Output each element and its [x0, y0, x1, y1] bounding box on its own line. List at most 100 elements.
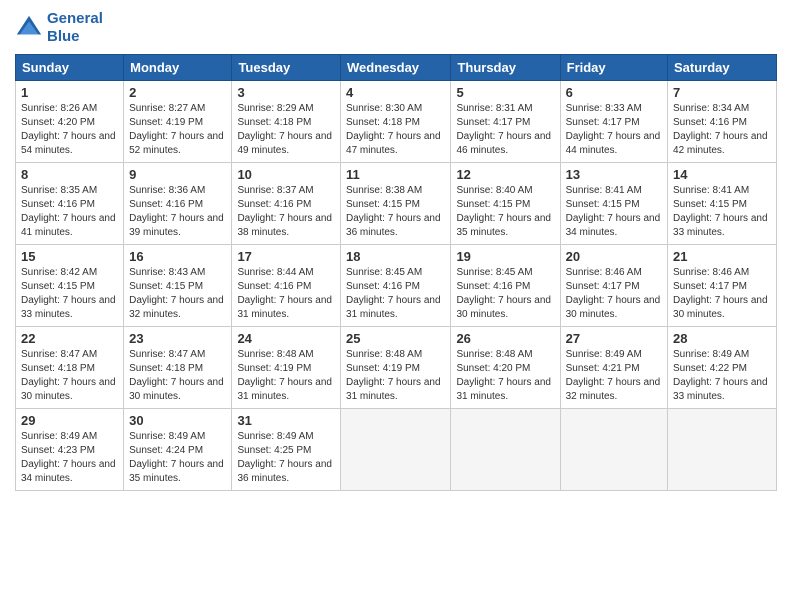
- day-detail: Sunrise: 8:44 AM Sunset: 4:16 PM Dayligh…: [237, 266, 335, 322]
- day-number: 8: [21, 167, 118, 182]
- day-number: 19: [456, 249, 554, 264]
- calendar-header-row: SundayMondayTuesdayWednesdayThursdayFrid…: [16, 55, 777, 81]
- calendar-week-row: 29 Sunrise: 8:49 AM Sunset: 4:23 PM Dayl…: [16, 409, 777, 491]
- day-detail: Sunrise: 8:49 AM Sunset: 4:25 PM Dayligh…: [237, 430, 335, 486]
- calendar-cell: 4 Sunrise: 8:30 AM Sunset: 4:18 PM Dayli…: [341, 81, 451, 163]
- logo-icon: [15, 14, 43, 42]
- calendar-cell: 3 Sunrise: 8:29 AM Sunset: 4:18 PM Dayli…: [232, 81, 341, 163]
- calendar-weekday: Thursday: [451, 55, 560, 81]
- calendar-cell: 15 Sunrise: 8:42 AM Sunset: 4:15 PM Dayl…: [16, 245, 124, 327]
- calendar-weekday: Sunday: [16, 55, 124, 81]
- calendar-table: SundayMondayTuesdayWednesdayThursdayFrid…: [15, 54, 777, 491]
- calendar-cell: [560, 409, 667, 491]
- day-detail: Sunrise: 8:34 AM Sunset: 4:16 PM Dayligh…: [673, 102, 771, 158]
- day-number: 31: [237, 413, 335, 428]
- day-number: 29: [21, 413, 118, 428]
- calendar-cell: 20 Sunrise: 8:46 AM Sunset: 4:17 PM Dayl…: [560, 245, 667, 327]
- day-detail: Sunrise: 8:33 AM Sunset: 4:17 PM Dayligh…: [566, 102, 662, 158]
- day-number: 3: [237, 85, 335, 100]
- day-number: 1: [21, 85, 118, 100]
- calendar-cell: 10 Sunrise: 8:37 AM Sunset: 4:16 PM Dayl…: [232, 163, 341, 245]
- calendar-cell: 14 Sunrise: 8:41 AM Sunset: 4:15 PM Dayl…: [668, 163, 777, 245]
- day-detail: Sunrise: 8:43 AM Sunset: 4:15 PM Dayligh…: [129, 266, 226, 322]
- day-number: 16: [129, 249, 226, 264]
- calendar-cell: 31 Sunrise: 8:49 AM Sunset: 4:25 PM Dayl…: [232, 409, 341, 491]
- day-detail: Sunrise: 8:47 AM Sunset: 4:18 PM Dayligh…: [129, 348, 226, 404]
- day-number: 4: [346, 85, 445, 100]
- day-detail: Sunrise: 8:31 AM Sunset: 4:17 PM Dayligh…: [456, 102, 554, 158]
- calendar-cell: 8 Sunrise: 8:35 AM Sunset: 4:16 PM Dayli…: [16, 163, 124, 245]
- day-detail: Sunrise: 8:41 AM Sunset: 4:15 PM Dayligh…: [566, 184, 662, 240]
- day-detail: Sunrise: 8:45 AM Sunset: 4:16 PM Dayligh…: [456, 266, 554, 322]
- calendar-weekday: Friday: [560, 55, 667, 81]
- day-number: 13: [566, 167, 662, 182]
- day-number: 14: [673, 167, 771, 182]
- day-detail: Sunrise: 8:48 AM Sunset: 4:19 PM Dayligh…: [237, 348, 335, 404]
- logo: General Blue: [15, 10, 103, 46]
- calendar-cell: 6 Sunrise: 8:33 AM Sunset: 4:17 PM Dayli…: [560, 81, 667, 163]
- page-container: General Blue SundayMondayTuesdayWednesda…: [0, 0, 792, 612]
- calendar-cell: 24 Sunrise: 8:48 AM Sunset: 4:19 PM Dayl…: [232, 327, 341, 409]
- calendar-cell: 28 Sunrise: 8:49 AM Sunset: 4:22 PM Dayl…: [668, 327, 777, 409]
- day-number: 2: [129, 85, 226, 100]
- day-detail: Sunrise: 8:46 AM Sunset: 4:17 PM Dayligh…: [673, 266, 771, 322]
- day-number: 24: [237, 331, 335, 346]
- day-detail: Sunrise: 8:36 AM Sunset: 4:16 PM Dayligh…: [129, 184, 226, 240]
- calendar-cell: 19 Sunrise: 8:45 AM Sunset: 4:16 PM Dayl…: [451, 245, 560, 327]
- day-number: 7: [673, 85, 771, 100]
- day-number: 23: [129, 331, 226, 346]
- header: General Blue: [15, 10, 777, 46]
- day-number: 6: [566, 85, 662, 100]
- calendar-cell: 23 Sunrise: 8:47 AM Sunset: 4:18 PM Dayl…: [124, 327, 232, 409]
- day-number: 26: [456, 331, 554, 346]
- calendar-cell: 27 Sunrise: 8:49 AM Sunset: 4:21 PM Dayl…: [560, 327, 667, 409]
- calendar-cell: 26 Sunrise: 8:48 AM Sunset: 4:20 PM Dayl…: [451, 327, 560, 409]
- calendar-cell: 18 Sunrise: 8:45 AM Sunset: 4:16 PM Dayl…: [341, 245, 451, 327]
- calendar-cell: 2 Sunrise: 8:27 AM Sunset: 4:19 PM Dayli…: [124, 81, 232, 163]
- calendar-weekday: Monday: [124, 55, 232, 81]
- calendar-week-row: 1 Sunrise: 8:26 AM Sunset: 4:20 PM Dayli…: [16, 81, 777, 163]
- calendar-cell: 30 Sunrise: 8:49 AM Sunset: 4:24 PM Dayl…: [124, 409, 232, 491]
- day-detail: Sunrise: 8:29 AM Sunset: 4:18 PM Dayligh…: [237, 102, 335, 158]
- day-detail: Sunrise: 8:30 AM Sunset: 4:18 PM Dayligh…: [346, 102, 445, 158]
- calendar-cell: 22 Sunrise: 8:47 AM Sunset: 4:18 PM Dayl…: [16, 327, 124, 409]
- day-detail: Sunrise: 8:42 AM Sunset: 4:15 PM Dayligh…: [21, 266, 118, 322]
- day-number: 17: [237, 249, 335, 264]
- calendar-weekday: Saturday: [668, 55, 777, 81]
- day-detail: Sunrise: 8:37 AM Sunset: 4:16 PM Dayligh…: [237, 184, 335, 240]
- logo-text: General Blue: [47, 10, 103, 46]
- calendar-week-row: 8 Sunrise: 8:35 AM Sunset: 4:16 PM Dayli…: [16, 163, 777, 245]
- calendar-cell: 5 Sunrise: 8:31 AM Sunset: 4:17 PM Dayli…: [451, 81, 560, 163]
- calendar-cell: [668, 409, 777, 491]
- day-detail: Sunrise: 8:49 AM Sunset: 4:24 PM Dayligh…: [129, 430, 226, 486]
- day-number: 20: [566, 249, 662, 264]
- calendar-cell: 17 Sunrise: 8:44 AM Sunset: 4:16 PM Dayl…: [232, 245, 341, 327]
- calendar-cell: 1 Sunrise: 8:26 AM Sunset: 4:20 PM Dayli…: [16, 81, 124, 163]
- calendar-week-row: 15 Sunrise: 8:42 AM Sunset: 4:15 PM Dayl…: [16, 245, 777, 327]
- day-number: 25: [346, 331, 445, 346]
- day-number: 5: [456, 85, 554, 100]
- day-number: 10: [237, 167, 335, 182]
- calendar-cell: 9 Sunrise: 8:36 AM Sunset: 4:16 PM Dayli…: [124, 163, 232, 245]
- day-number: 27: [566, 331, 662, 346]
- day-detail: Sunrise: 8:35 AM Sunset: 4:16 PM Dayligh…: [21, 184, 118, 240]
- day-detail: Sunrise: 8:49 AM Sunset: 4:21 PM Dayligh…: [566, 348, 662, 404]
- day-detail: Sunrise: 8:40 AM Sunset: 4:15 PM Dayligh…: [456, 184, 554, 240]
- day-detail: Sunrise: 8:38 AM Sunset: 4:15 PM Dayligh…: [346, 184, 445, 240]
- day-number: 21: [673, 249, 771, 264]
- day-detail: Sunrise: 8:46 AM Sunset: 4:17 PM Dayligh…: [566, 266, 662, 322]
- calendar-cell: [341, 409, 451, 491]
- day-number: 11: [346, 167, 445, 182]
- day-number: 28: [673, 331, 771, 346]
- day-detail: Sunrise: 8:27 AM Sunset: 4:19 PM Dayligh…: [129, 102, 226, 158]
- calendar-cell: 13 Sunrise: 8:41 AM Sunset: 4:15 PM Dayl…: [560, 163, 667, 245]
- calendar-cell: 25 Sunrise: 8:48 AM Sunset: 4:19 PM Dayl…: [341, 327, 451, 409]
- day-detail: Sunrise: 8:26 AM Sunset: 4:20 PM Dayligh…: [21, 102, 118, 158]
- calendar-weekday: Wednesday: [341, 55, 451, 81]
- day-detail: Sunrise: 8:49 AM Sunset: 4:23 PM Dayligh…: [21, 430, 118, 486]
- day-number: 30: [129, 413, 226, 428]
- day-number: 15: [21, 249, 118, 264]
- day-number: 12: [456, 167, 554, 182]
- calendar-cell: [451, 409, 560, 491]
- day-detail: Sunrise: 8:48 AM Sunset: 4:20 PM Dayligh…: [456, 348, 554, 404]
